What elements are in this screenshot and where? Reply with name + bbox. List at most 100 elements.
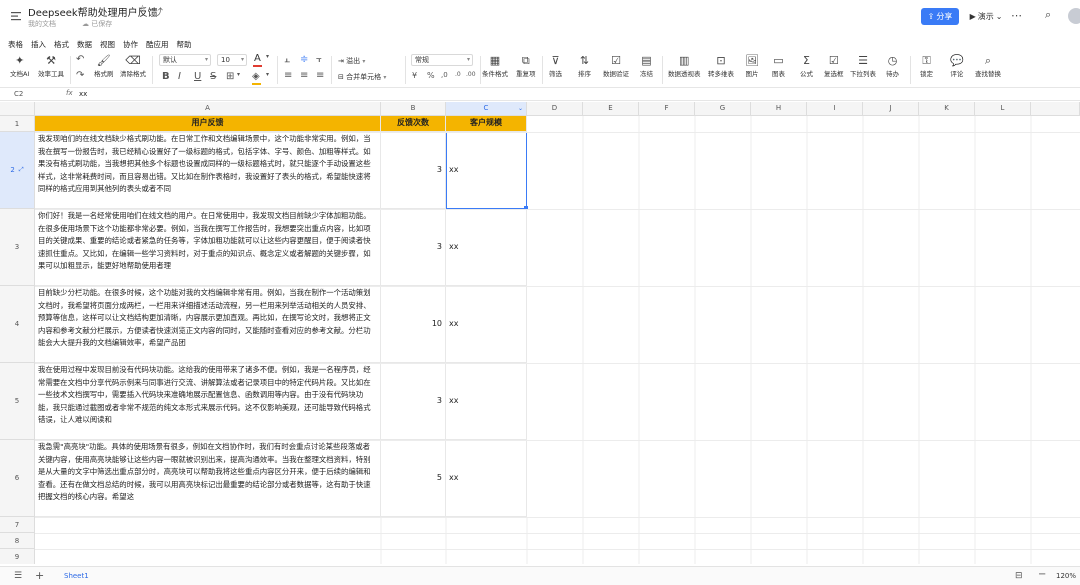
fill-color-icon[interactable]: ◈: [252, 71, 260, 82]
undo-icon[interactable]: ↶: [76, 54, 84, 65]
sheet-list-icon[interactable]: ☰: [14, 571, 22, 581]
text-wrap-select[interactable]: ⇥ 溢出 ▾: [338, 56, 365, 66]
border-icon[interactable]: ⊞: [226, 71, 234, 82]
column-header-M[interactable]: [1031, 102, 1080, 116]
chevron-down-icon[interactable]: ▾: [237, 71, 240, 78]
formula-button[interactable]: Σ 公式: [800, 54, 813, 78]
strikethrough-icon[interactable]: S: [210, 71, 216, 82]
conditional-format-button[interactable]: ▦ 条件格式: [482, 54, 508, 78]
column-header-H[interactable]: H: [751, 102, 807, 116]
share-button[interactable]: ⇪ 分享: [921, 8, 959, 25]
menu-item-view[interactable]: 视图: [100, 39, 115, 51]
row-header-3[interactable]: 3: [0, 209, 35, 286]
number-format-select[interactable]: 常规 ▾: [411, 54, 473, 66]
present-button[interactable]: ▶ 演示 ⌄: [967, 8, 1005, 25]
sheet-tab[interactable]: Sheet1: [64, 572, 89, 580]
search-icon[interactable]: ⌕: [1045, 8, 1051, 22]
convert-multidim-button[interactable]: ⊡ 转多维表: [708, 54, 734, 78]
column-header-I[interactable]: I: [807, 102, 863, 116]
align-left-icon[interactable]: ≡: [284, 70, 292, 81]
more-options-icon[interactable]: ⋯: [1011, 9, 1022, 22]
align-bottom-icon[interactable]: ⫟: [316, 54, 322, 65]
increase-decimal-icon[interactable]: .00: [466, 71, 476, 78]
dropdown-list-button[interactable]: ☰ 下拉列表: [850, 54, 876, 78]
row-header-9[interactable]: 9: [0, 549, 35, 564]
insert-image-button[interactable]: 🖼 图片: [745, 54, 759, 78]
row-header-4[interactable]: 4: [0, 286, 35, 363]
select-all-corner[interactable]: [0, 102, 35, 116]
chevron-down-icon[interactable]: ⌄: [518, 102, 523, 115]
column-header-F[interactable]: F: [639, 102, 695, 116]
menu-item-collab[interactable]: 协作: [123, 39, 138, 51]
column-header-L[interactable]: L: [975, 102, 1031, 116]
row-header-8[interactable]: 8: [0, 533, 35, 549]
zoom-level[interactable]: 120%: [1056, 572, 1076, 580]
menu-item-data[interactable]: 数据: [77, 39, 92, 51]
column-header-G[interactable]: G: [695, 102, 751, 116]
formula-input[interactable]: xx: [79, 90, 87, 98]
efficiency-tools-button[interactable]: ⚒ 效率工具: [38, 54, 64, 78]
column-header-J[interactable]: J: [863, 102, 919, 116]
underline-icon[interactable]: U: [194, 71, 201, 82]
format-brush-button[interactable]: 🖌 格式刷: [94, 54, 114, 78]
sort-button[interactable]: ⇅ 排序: [578, 54, 591, 78]
merge-cells-button[interactable]: ⊟ 合并单元格 ▾: [338, 72, 386, 82]
row-header-7[interactable]: 7: [0, 517, 35, 533]
doc-ai-button[interactable]: ✦ 文档AI: [10, 54, 29, 78]
redo-icon[interactable]: ↷: [76, 70, 84, 81]
checkbox-button[interactable]: ☑ 复选框: [824, 54, 844, 78]
menu-item-insert[interactable]: 插入: [31, 39, 46, 51]
comment-button[interactable]: 💬 评论: [950, 54, 964, 78]
insert-chart-button[interactable]: ▭ 图表: [772, 54, 785, 78]
share-link-icon[interactable]: ⤴: [153, 4, 163, 19]
font-family-select[interactable]: 默认 ▾: [159, 54, 211, 66]
menu-item-format[interactable]: 格式: [54, 39, 69, 51]
duplicates-button[interactable]: ⧉ 重复项: [516, 54, 536, 78]
row-header-6[interactable]: 6: [0, 440, 35, 517]
fit-screen-icon[interactable]: ⊟: [1015, 571, 1023, 581]
italic-icon[interactable]: I: [178, 71, 181, 82]
doc-location[interactable]: 我的文档: [28, 19, 56, 29]
column-header-D[interactable]: D: [527, 102, 583, 116]
currency-icon[interactable]: ¥: [412, 71, 417, 80]
column-header-E[interactable]: E: [583, 102, 639, 116]
row-header-2[interactable]: 2 ⤢: [0, 132, 35, 209]
column-header-K[interactable]: K: [919, 102, 975, 116]
menu-item-table[interactable]: 表格: [8, 39, 23, 51]
sidebar-toggle-icon[interactable]: [10, 10, 22, 22]
column-header-C[interactable]: C ⌄: [446, 102, 527, 116]
add-sheet-icon[interactable]: +: [35, 569, 44, 582]
todo-button[interactable]: ◷ 待办: [886, 54, 899, 78]
align-top-icon[interactable]: ⫠: [284, 54, 290, 65]
font-size-select[interactable]: 10 ▾: [217, 54, 247, 66]
star-icon[interactable]: ☆: [138, 4, 147, 15]
thousands-icon[interactable]: ,0: [441, 71, 448, 79]
find-replace-button[interactable]: ⌕ 查找替换: [975, 54, 1001, 78]
column-header-B[interactable]: B: [381, 102, 446, 116]
align-right-icon[interactable]: ≡: [316, 70, 324, 81]
row-header-1[interactable]: 1: [0, 116, 35, 132]
data-validation-button[interactable]: ☑ 数据验证: [603, 54, 629, 78]
clear-format-button[interactable]: ⌫ 清除格式: [120, 54, 146, 78]
bold-icon[interactable]: B: [162, 71, 170, 82]
row-header-5[interactable]: 5: [0, 363, 35, 440]
lock-button[interactable]: ⚿ 锁定: [920, 54, 933, 78]
expand-row-icon[interactable]: ⤢: [19, 166, 24, 174]
avatar[interactable]: [1068, 8, 1080, 24]
zoom-out-icon[interactable]: −: [1038, 569, 1046, 580]
column-header-A[interactable]: A: [35, 102, 381, 116]
chevron-down-icon[interactable]: ▾: [266, 53, 269, 60]
saved-status: ☁ 已保存: [82, 19, 112, 29]
menu-item-help[interactable]: 帮助: [177, 39, 192, 51]
cell-reference[interactable]: C2: [14, 90, 23, 98]
font-color-icon[interactable]: A: [254, 53, 261, 64]
chevron-down-icon[interactable]: ▾: [266, 71, 269, 78]
percent-icon[interactable]: %: [427, 71, 435, 80]
menu-item-apps[interactable]: 酷应用: [146, 39, 169, 51]
filter-button[interactable]: ⊽ 筛选: [549, 54, 562, 78]
freeze-button[interactable]: ▤ 冻结: [640, 54, 653, 78]
align-center-icon[interactable]: ≡: [300, 70, 308, 81]
pivot-table-button[interactable]: ▥ 数据透视表: [668, 54, 701, 78]
align-middle-icon[interactable]: ≑: [300, 54, 308, 65]
decrease-decimal-icon[interactable]: .0: [455, 71, 461, 78]
